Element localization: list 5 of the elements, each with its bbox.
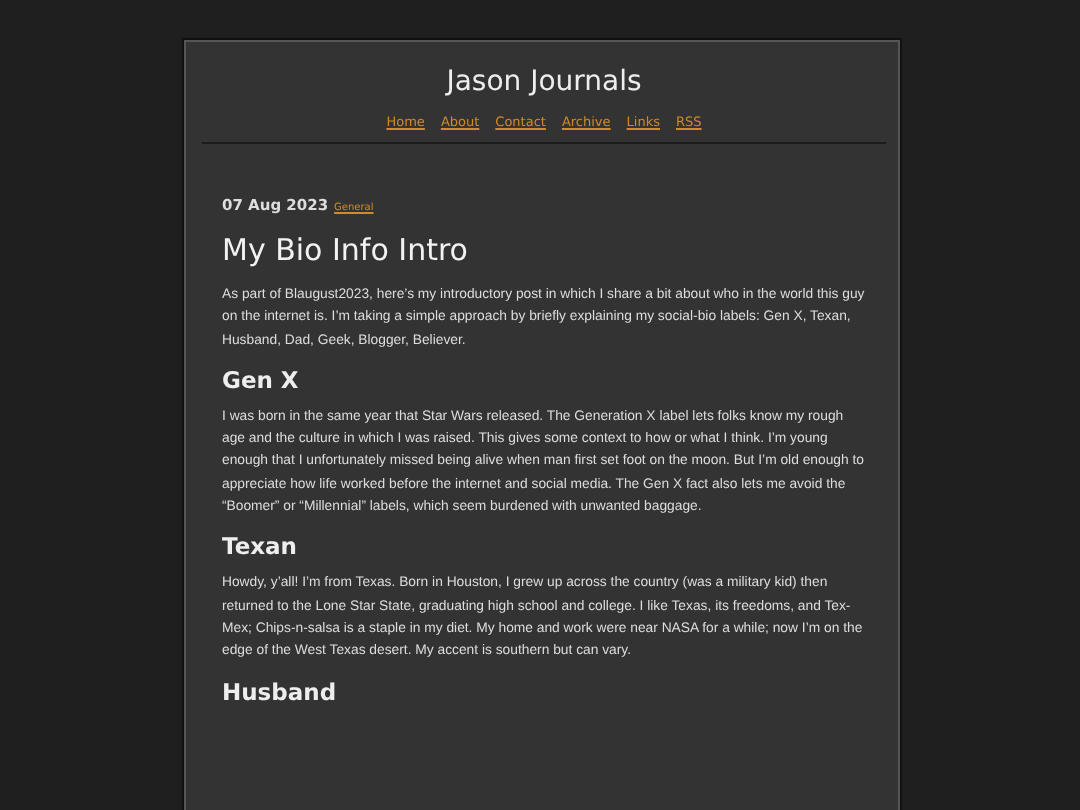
section-heading: Texan (222, 532, 299, 561)
site-title: Jason Journals (443, 66, 644, 98)
section-heading: Husband (222, 677, 339, 706)
post-title: My Bio Info Intro (222, 232, 470, 268)
section-heading: Gen X (222, 365, 301, 394)
